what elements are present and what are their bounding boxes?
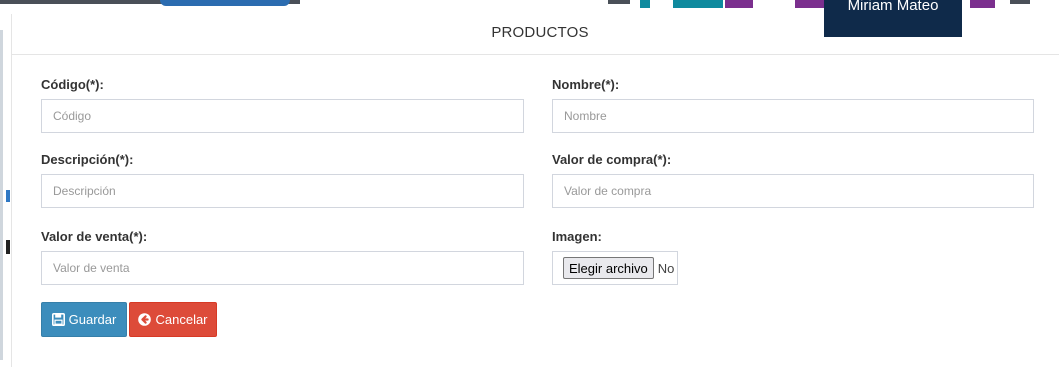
codigo-input[interactable] [41,99,524,133]
codigo-field: Código(*): [41,77,524,133]
background-edge-mark [6,240,10,254]
valor-venta-label: Valor de venta(*): [41,229,148,244]
cancel-button[interactable]: Cancelar [129,302,217,337]
floppy-disk-icon [51,313,65,326]
background-edge [0,30,3,360]
descripcion-input[interactable] [41,174,524,208]
background-bar [725,0,753,8]
codigo-label: Código(*): [41,77,104,92]
image-file-input[interactable]: Elegir archivo No [552,251,678,285]
background-bar [160,0,290,6]
background-bar [795,0,825,8]
descripcion-label: Descripción(*): [41,152,134,167]
valor-compra-label: Valor de compra(*): [552,152,672,167]
background-bar [970,0,995,8]
background-edge-mark [6,190,10,202]
background-bar [1010,0,1030,4]
background-bar [673,0,723,8]
modal-title: PRODUCTOS [491,23,589,41]
choose-file-button[interactable]: Elegir archivo [563,257,654,279]
save-button-label: Guardar [68,312,117,327]
valor-compra-field: Valor de compra(*): [552,152,1034,208]
user-name-badge[interactable]: Miriam Mateo [824,0,962,37]
background-bar [640,0,650,8]
file-status-text: No [657,260,675,276]
nombre-input[interactable] [552,99,1034,133]
imagen-field: Imagen: Elegir archivo No [552,229,678,285]
nombre-label: Nombre(*): [552,77,620,92]
valor-compra-input[interactable] [552,174,1034,208]
descripcion-field: Descripción(*): [41,152,524,208]
product-modal: PRODUCTOS Código(*): Nombre(*): Descripc… [11,14,1059,367]
cancel-button-label: Cancelar [155,312,208,327]
valor-venta-field: Valor de venta(*): [41,229,524,285]
imagen-label: Imagen: [552,229,602,244]
nombre-field: Nombre(*): [552,77,1034,133]
background-bar [608,0,630,4]
valor-venta-input[interactable] [41,251,524,285]
save-button[interactable]: Guardar [41,302,127,337]
circle-arrow-left-icon [138,313,152,326]
user-name: Miriam Mateo [847,0,939,14]
